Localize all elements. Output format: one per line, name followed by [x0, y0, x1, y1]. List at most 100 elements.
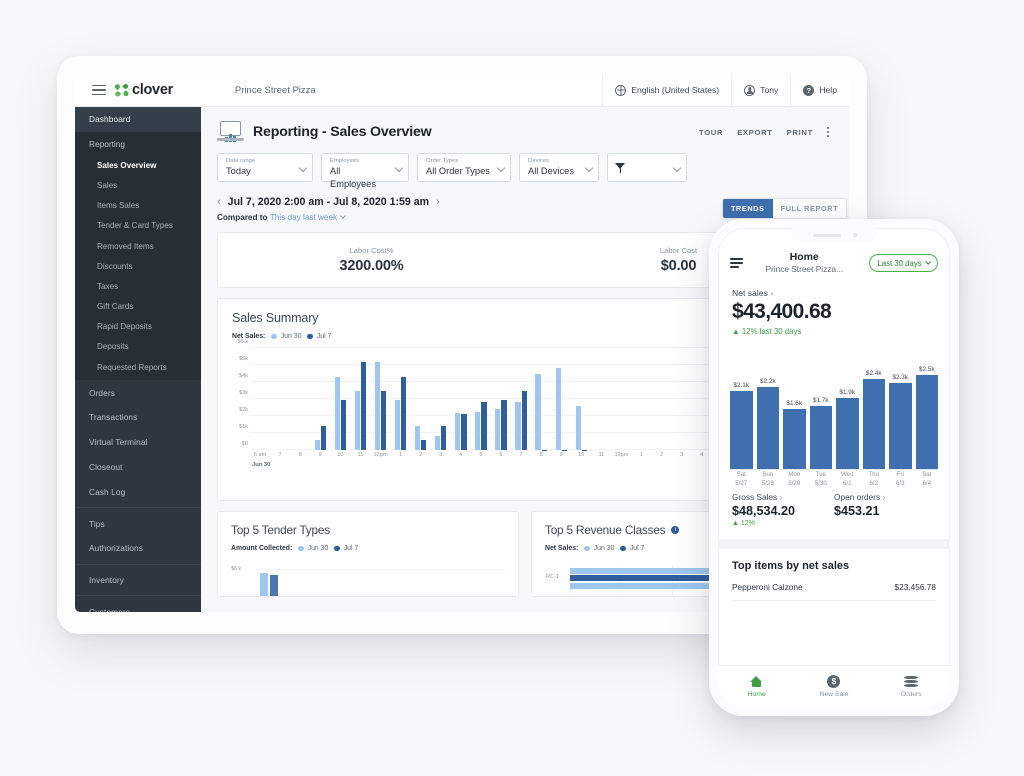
sidebar-item-deposits[interactable]: Deposits — [75, 337, 201, 357]
sidebar-item-tips[interactable]: Tips — [75, 511, 201, 536]
bar-group — [270, 348, 290, 450]
clover-logo[interactable]: clover — [113, 82, 173, 98]
sidebar-item-discounts[interactable]: Discounts — [75, 256, 201, 276]
sidebar-item-customers[interactable]: Customers — [75, 599, 201, 612]
employees-label: Employees — [330, 158, 360, 164]
sidebar-item-rapid-deposits[interactable]: Rapid Deposits — [75, 317, 201, 337]
menu-icon[interactable] — [75, 84, 109, 96]
language-selector[interactable]: English (United States) — [602, 74, 731, 106]
prev-date-button[interactable]: ‹ — [217, 196, 221, 208]
x-tick: 8 — [298, 452, 302, 458]
more-options-icon[interactable] — [826, 127, 829, 137]
export-button[interactable]: EXPORT — [737, 128, 772, 137]
bar — [575, 405, 581, 450]
nav-label: New Sale — [819, 691, 849, 698]
bar-value-label: $2.5k — [918, 366, 935, 374]
sidebar-item-dashboard[interactable]: Dashboard — [75, 107, 201, 132]
date-range-select[interactable]: Date range Today — [217, 153, 313, 182]
y-tick: $3k — [238, 390, 248, 396]
x-tick: 11 — [598, 452, 605, 458]
sidebar-item-taxes[interactable]: Taxes — [75, 276, 201, 296]
order-types-select[interactable]: Order Types All Order Types — [417, 153, 511, 182]
sidebar-item-sales[interactable]: Sales — [75, 175, 201, 195]
sidebar-item-sales-overview[interactable]: Sales Overview — [75, 155, 201, 175]
sidebar-item-transactions[interactable]: Transactions — [75, 405, 201, 430]
help-button[interactable]: ? Help — [790, 74, 849, 106]
x-tick-date: 5/27 — [735, 479, 748, 487]
sidebar-item-cash-log[interactable]: Cash Log — [75, 479, 201, 504]
chevron-down-icon — [924, 258, 931, 266]
bar — [501, 399, 507, 450]
tender-types-card: Top 5 Tender Types Amount Collected: Jun… — [217, 511, 519, 597]
sidebar-item-removed-items[interactable]: Removed Items — [75, 236, 201, 256]
bar-group — [310, 348, 330, 450]
sidebar-item-authorizations[interactable]: Authorizations — [75, 536, 201, 561]
language-label: English (United States) — [631, 85, 720, 95]
bar — [311, 596, 319, 597]
sidebar-item-gift-cards[interactable]: Gift Cards — [75, 296, 201, 316]
bar-group — [591, 348, 611, 450]
sidebar-item-virtual-terminal[interactable]: Virtual Terminal — [75, 430, 201, 455]
bar-group: $1.6k — [783, 356, 806, 470]
bar — [334, 376, 340, 450]
tab-full-report[interactable]: FULL REPORT — [773, 199, 847, 218]
open-orders-kpi: Open orders › $453.21 — [834, 492, 936, 527]
gross-sales-label: Gross Sales — [732, 492, 778, 502]
nav-label: Orders — [900, 690, 922, 698]
sidebar-item-orders[interactable]: Orders — [75, 380, 201, 405]
legend-label: Jul 7 — [316, 333, 332, 340]
legend-swatch-icon — [334, 545, 340, 552]
bar — [301, 596, 309, 597]
gross-sales-link[interactable]: Gross Sales › — [732, 492, 834, 502]
bar — [461, 414, 467, 450]
sidebar-group-reporting: Reporting Sales Overview Sales Items Sal… — [75, 131, 201, 381]
bar-value-label: $2.2k — [759, 377, 776, 385]
net-sales-label: Net sales — [732, 288, 768, 298]
next-date-button[interactable]: › — [436, 196, 440, 208]
sidebar-item-requested-reports[interactable]: Requested Reports — [75, 357, 201, 377]
y-tick: $6.k — [237, 339, 248, 345]
x-tick: Tue 5/30 — [810, 471, 833, 488]
gross-sales-value: $48,534.20 — [732, 504, 796, 518]
nav-item-home[interactable]: Home — [718, 666, 795, 707]
net-sales-link[interactable]: Net sales › — [732, 288, 936, 298]
user-menu[interactable]: Tony — [731, 74, 790, 106]
nav-item-orders[interactable]: Orders — [873, 666, 950, 707]
list-item[interactable]: Pepperoni Calzone $23,456.78 — [732, 572, 936, 601]
date-range-pill[interactable]: Last 30 days — [869, 254, 938, 272]
bar — [314, 439, 320, 450]
bar — [836, 398, 859, 470]
sidebar-item-closeout[interactable]: Closeout — [75, 455, 201, 480]
sidebar-item-inventory[interactable]: Inventory — [75, 568, 201, 593]
employees-select[interactable]: Employees All Employees — [321, 153, 409, 189]
bar — [555, 368, 561, 450]
phone-secondary-kpis: Gross Sales › $48,534.20 ▲ 12% Open orde… — [718, 488, 950, 527]
x-tick: 6 — [499, 452, 503, 458]
tour-button[interactable]: TOUR — [699, 128, 723, 137]
devices-value: All Devices — [528, 166, 574, 176]
sidebar-divider-2 — [75, 563, 201, 565]
sidebar-item-items-sales[interactable]: Items Sales — [75, 196, 201, 216]
bar — [340, 399, 347, 450]
info-icon[interactable]: i — [671, 526, 680, 534]
sidebar-item-tender-card-types[interactable]: Tender & Card Types — [75, 216, 201, 236]
bar — [475, 411, 481, 450]
bar — [421, 439, 427, 450]
phone-notch — [791, 228, 877, 243]
compared-to-value[interactable]: This day last week — [270, 213, 337, 222]
tab-trends[interactable]: TRENDS — [723, 199, 773, 218]
item-value: $23,456.78 — [894, 582, 936, 592]
filter-button[interactable] — [607, 153, 687, 182]
devices-label: Devices — [528, 158, 549, 164]
bar-group — [370, 348, 390, 450]
devices-select[interactable]: Devices All Devices — [519, 153, 599, 182]
x-tick: 1 — [639, 452, 644, 458]
sales-summary-chart: $0 $1k $2k $3k $4k $5k $6.k 6 am 7 8 9 10 11 12pm 1 2 3… — [228, 339, 738, 468]
clover-leaf-icon — [113, 82, 130, 98]
chart-baseline — [730, 469, 938, 470]
open-orders-link[interactable]: Open orders › — [834, 492, 936, 502]
x-tick: Sat 6/4 — [916, 471, 939, 488]
sidebar-item-reporting[interactable]: Reporting — [75, 132, 201, 155]
print-button[interactable]: PRINT — [787, 128, 813, 137]
nav-item-new-sale[interactable]: $ New Sale — [795, 666, 872, 707]
